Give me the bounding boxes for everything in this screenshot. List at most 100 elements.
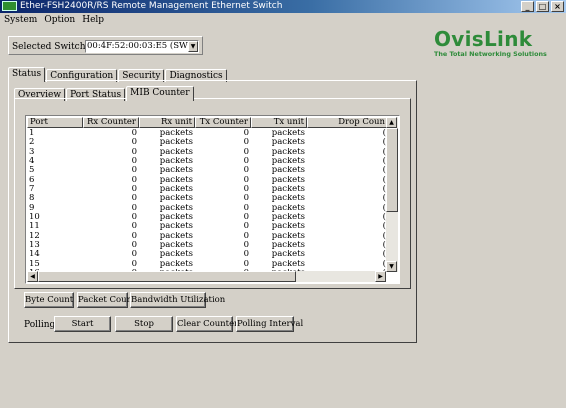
cell-tx-counter: 0 <box>243 129 249 138</box>
column-header-tx-counter[interactable]: Tx Counter <box>195 117 251 128</box>
vertical-scrollbar[interactable]: ▲ ▼ <box>386 117 398 272</box>
column-header-tx-unit[interactable]: Tx unit <box>251 117 307 128</box>
logo-tagline: The Total Networking Solutions <box>434 50 547 58</box>
switch-mac-select[interactable]: 00:4F:52:00:03:E5 (SWITCH ▼ <box>85 40 199 53</box>
cell-tx-counter: 0 <box>243 250 249 260</box>
cell-tx-unit: packets <box>271 213 305 223</box>
cell-rx-counter: 0 <box>131 213 137 223</box>
cell-rx-counter: 0 <box>131 166 137 176</box>
cell-tx-counter: 0 <box>243 231 249 241</box>
switch-mac-value: 00:4F:52:00:03:E5 (SWITCH <box>87 41 199 51</box>
cell-rx-unit: packets <box>159 250 193 260</box>
column-header-rx-counter[interactable]: Rx Counter <box>83 117 139 128</box>
cell-port: 6 <box>29 175 35 185</box>
cell-tx-counter: 0 <box>243 157 249 167</box>
table-row[interactable]: 4 0 packets 0 packets ( <box>27 157 388 166</box>
stop-button[interactable]: Stop <box>115 316 173 332</box>
table-row[interactable]: 12 0 packets 0 packets ( <box>27 232 388 241</box>
cell-rx-unit: packets <box>159 222 193 232</box>
cell-tx-unit: packets <box>271 203 305 213</box>
title-bar: Ether-FSH2400R/RS Remote Management Ethe… <box>0 0 566 13</box>
byte-count-button[interactable]: Byte Count <box>24 292 74 308</box>
table-row[interactable]: 6 0 packets 0 packets ( <box>27 176 388 185</box>
table-row[interactable]: 15 0 packets 0 packets ( <box>27 260 388 269</box>
cell-tx-counter: 0 <box>243 213 249 223</box>
cell-drop-counter: ( <box>382 194 386 204</box>
vertical-scroll-thumb[interactable] <box>386 128 398 212</box>
table-row[interactable]: 1 0 packets 0 packets ( <box>27 129 388 138</box>
table-row[interactable]: 11 0 packets 0 packets ( <box>27 222 388 231</box>
cell-port: 4 <box>29 157 35 167</box>
cell-port: 15 <box>29 259 40 269</box>
cell-rx-counter: 0 <box>131 241 137 251</box>
table-header: Port Rx Counter Rx unit Tx Counter Tx un… <box>27 117 388 128</box>
packet-count-button[interactable]: Packet Count <box>77 292 135 308</box>
cell-port: 12 <box>29 231 40 241</box>
cell-tx-counter: 0 <box>243 166 249 176</box>
polling-interval-button[interactable]: Polling Interval <box>236 316 303 332</box>
cell-rx-unit: packets <box>159 147 193 157</box>
column-header-drop-counter[interactable]: Drop Coun <box>307 117 388 128</box>
cell-rx-unit: packets <box>159 157 193 167</box>
scroll-up-icon[interactable]: ▲ <box>386 117 397 128</box>
logo-name: OvisLink <box>434 27 533 51</box>
cell-drop-counter: ( <box>382 138 386 148</box>
cell-tx-counter: 0 <box>243 259 249 269</box>
cell-tx-unit: packets <box>271 259 305 269</box>
menu-help[interactable]: Help <box>82 14 104 26</box>
horizontal-scrollbar[interactable]: ◀ ▶ <box>27 271 386 282</box>
cell-port: 13 <box>29 241 40 251</box>
maximize-button[interactable]: □ <box>536 1 549 12</box>
tab-status[interactable]: Status <box>8 67 46 82</box>
menu-option[interactable]: Option <box>44 14 75 26</box>
main-tabs: Status Configuration Security Diagnostic… <box>8 67 228 82</box>
cell-tx-counter: 0 <box>243 185 249 195</box>
cell-drop-counter: ( <box>382 250 386 260</box>
close-button[interactable]: × <box>551 1 564 12</box>
cell-tx-counter: 0 <box>243 175 249 185</box>
switch-mac-group: Selected Switch Mac: 00:4F:52:00:03:E5 (… <box>8 36 203 55</box>
clear-counter-button[interactable]: Clear Counter <box>176 316 238 332</box>
cell-drop-counter: ( <box>382 222 386 232</box>
tab-mib-counter[interactable]: MIB Counter <box>126 86 194 101</box>
cell-rx-counter: 0 <box>131 147 137 157</box>
cell-drop-counter: ( <box>382 203 386 213</box>
table-row[interactable]: 7 0 packets 0 packets ( <box>27 185 388 194</box>
cell-tx-counter: 0 <box>243 147 249 157</box>
cell-drop-counter: ( <box>382 157 386 167</box>
cell-rx-unit: packets <box>159 259 193 269</box>
table-row[interactable]: 10 0 packets 0 packets ( <box>27 213 388 222</box>
table-row[interactable]: 13 0 packets 0 packets ( <box>27 241 388 250</box>
bandwidth-utilization-button[interactable]: Bandwidth Utilization <box>130 292 225 308</box>
scroll-down-icon[interactable]: ▼ <box>386 261 397 272</box>
cell-tx-unit: packets <box>271 157 305 167</box>
cell-drop-counter: ( <box>382 231 386 241</box>
cell-rx-counter: 0 <box>131 231 137 241</box>
chevron-down-icon[interactable]: ▼ <box>188 41 198 52</box>
column-header-rx-unit[interactable]: Rx unit <box>139 117 195 128</box>
table-row[interactable]: 8 0 packets 0 packets ( <box>27 194 388 203</box>
cell-rx-unit: packets <box>159 175 193 185</box>
scroll-left-icon[interactable]: ◀ <box>27 271 38 282</box>
table-row[interactable]: 14 0 packets 0 packets ( <box>27 250 388 259</box>
table-row[interactable]: 2 0 packets 0 packets ( <box>27 138 388 147</box>
cell-port: 10 <box>29 213 40 223</box>
table-body: 1 0 packets 0 packets(2 0 packets 0 packets(3 0 pa… <box>27 129 388 272</box>
cell-rx-counter: 0 <box>131 175 137 185</box>
cell-rx-counter: 0 <box>131 129 137 138</box>
minimize-button[interactable]: _ <box>521 1 534 12</box>
horizontal-scroll-thumb[interactable] <box>38 271 296 282</box>
table-row[interactable]: 9 0 packets 0 packets ( <box>27 204 388 213</box>
cell-tx-unit: packets <box>271 222 305 232</box>
cell-rx-counter: 0 <box>131 222 137 232</box>
scroll-right-icon[interactable]: ▶ <box>375 271 386 282</box>
menu-system[interactable]: System <box>4 14 37 26</box>
cell-drop-counter: ( <box>382 175 386 185</box>
cell-rx-unit: packets <box>159 185 193 195</box>
table-row[interactable]: 5 0 packets 0 packets ( <box>27 166 388 175</box>
column-header-port[interactable]: Port <box>27 117 83 128</box>
start-button[interactable]: Start <box>54 316 111 332</box>
table-row[interactable]: 3 0 packets 0 packets ( <box>27 148 388 157</box>
mib-counter-table: Port Rx Counter Rx unit Tx Counter Tx un… <box>25 115 400 284</box>
cell-rx-unit: packets <box>159 231 193 241</box>
